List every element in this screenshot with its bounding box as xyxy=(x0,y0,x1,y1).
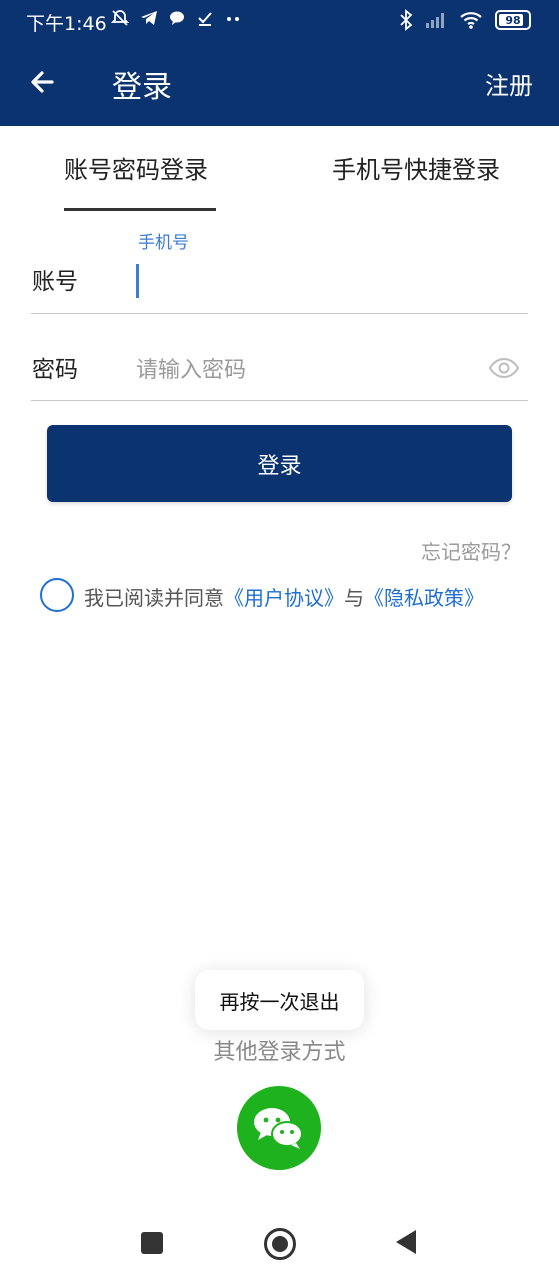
password-divider xyxy=(31,400,528,401)
status-notification-icons xyxy=(110,8,242,28)
agreement-radio[interactable] xyxy=(40,578,74,612)
home-button[interactable] xyxy=(264,1228,296,1260)
system-nav-bar xyxy=(0,1208,559,1280)
tab-indicator xyxy=(64,208,216,211)
page-title: 登录 xyxy=(112,70,172,105)
register-link[interactable]: 注册 xyxy=(485,66,533,101)
agreement-prefix: 我已阅读并同意 xyxy=(84,586,224,610)
show-password-toggle[interactable] xyxy=(488,354,520,382)
check-icon xyxy=(198,12,212,26)
arrow-left-icon xyxy=(31,71,54,93)
battery-percent: 98 xyxy=(505,13,521,27)
wifi-icon xyxy=(460,12,482,29)
login-button-label: 登录 xyxy=(257,453,302,479)
password-label: 密码 xyxy=(32,357,78,383)
account-input[interactable] xyxy=(136,264,139,298)
telegram-icon xyxy=(141,11,157,25)
tab-phone-quick[interactable]: 手机号快捷登录 xyxy=(332,150,500,185)
status-time: 下午1:46 xyxy=(26,13,107,35)
home-dot-icon xyxy=(272,1236,288,1252)
other-login-label: 其他登录方式 xyxy=(213,1040,346,1065)
agreement-text: 我已阅读并同意《用户协议》与《隐私政策》 xyxy=(84,582,484,611)
password-input[interactable] xyxy=(136,350,466,390)
status-bar: 下午1:46 98 xyxy=(0,0,559,42)
eye-icon xyxy=(488,357,520,379)
cellular-signal-icon xyxy=(426,13,444,28)
tab-account-password[interactable]: 账号密码登录 xyxy=(64,150,208,185)
account-label: 账号 xyxy=(32,269,78,295)
privacy-policy-link[interactable]: 《隐私政策》 xyxy=(364,586,484,610)
account-divider xyxy=(31,313,528,314)
wechat-icon xyxy=(254,1108,303,1149)
app-bar: 登录 注册 xyxy=(0,42,559,126)
chat-bubble-icon xyxy=(170,11,184,25)
wechat-login-button[interactable] xyxy=(237,1086,321,1170)
recent-apps-button[interactable] xyxy=(141,1232,163,1254)
status-system-icons: 98 xyxy=(399,9,531,31)
back-button[interactable] xyxy=(24,62,64,102)
mute-bell-icon xyxy=(110,10,130,26)
forgot-password-link[interactable]: 忘记密码？ xyxy=(421,536,521,565)
account-floating-label: 手机号 xyxy=(138,233,189,253)
more-dots-icon xyxy=(227,17,239,21)
login-button[interactable]: 登录 xyxy=(47,425,512,502)
battery-icon: 98 xyxy=(495,10,531,30)
user-agreement-link[interactable]: 《用户协议》 xyxy=(224,586,344,610)
nav-back-button[interactable] xyxy=(396,1230,416,1254)
exit-toast: 再按一次退出 xyxy=(195,970,364,1030)
bluetooth-icon xyxy=(400,9,413,31)
agreement-conjunction: 与 xyxy=(344,586,364,610)
